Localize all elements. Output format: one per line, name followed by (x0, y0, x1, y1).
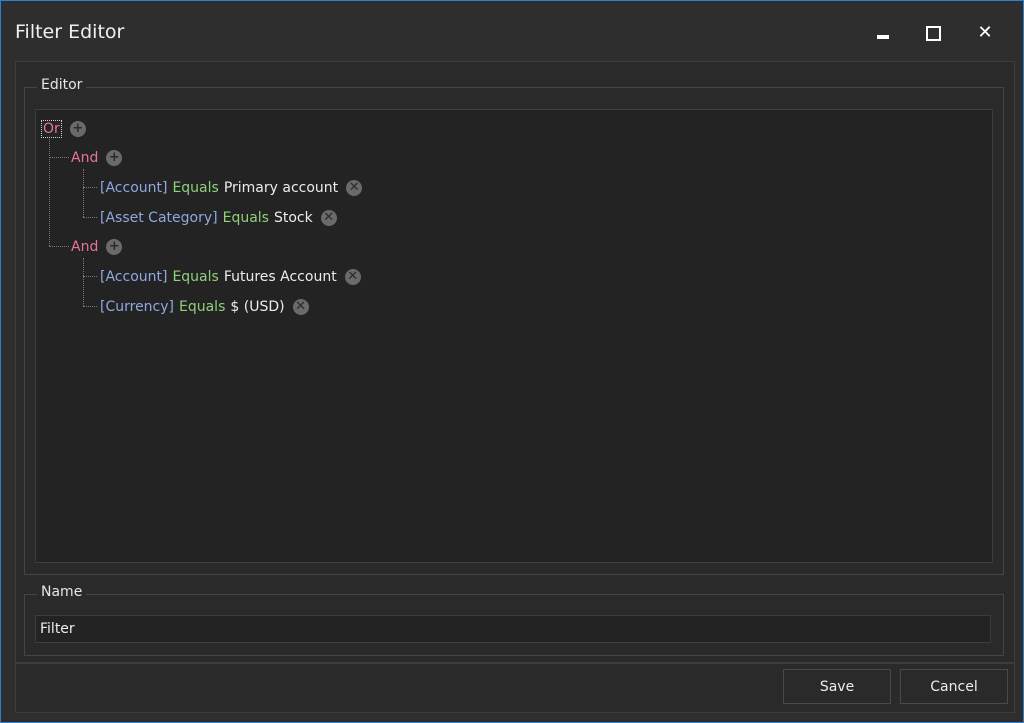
condition-operator[interactable]: Equals (172, 269, 218, 285)
minimize-icon (877, 35, 889, 39)
maximize-button[interactable] (909, 15, 957, 51)
condition-row: [Currency] Equals $ (USD) ✕ (100, 296, 309, 318)
add-condition-icon[interactable]: + (106, 150, 123, 166)
group-operator[interactable]: And (71, 239, 98, 255)
close-button[interactable]: ✕ (961, 15, 1009, 51)
condition-row: [Asset Category] Equals Stock ✕ (100, 207, 337, 229)
condition-field[interactable]: [Account] (100, 180, 167, 196)
remove-condition-icon[interactable]: ✕ (344, 269, 361, 285)
filter-tree[interactable]: Or + And + [Account] Equals Primary acco… (35, 109, 993, 563)
condition-value[interactable]: $ (USD) (230, 299, 284, 315)
maximize-icon (925, 25, 941, 41)
group-node: And + (71, 236, 123, 258)
tree-connector (49, 246, 69, 247)
remove-condition-icon[interactable]: ✕ (346, 180, 363, 196)
condition-value[interactable]: Stock (274, 210, 313, 226)
tree-connector (83, 169, 84, 217)
add-condition-icon[interactable]: + (106, 239, 123, 255)
condition-operator[interactable]: Equals (223, 210, 269, 226)
remove-condition-icon[interactable]: ✕ (292, 299, 309, 315)
condition-field[interactable]: [Asset Category] (100, 210, 218, 226)
title-bar: Filter Editor ✕ (1, 1, 1023, 61)
content-panel: Editor Or + And + [Account] Equals Prima… (15, 61, 1015, 663)
condition-field[interactable]: [Account] (100, 269, 167, 285)
condition-row: [Account] Equals Futures Account ✕ (100, 266, 361, 288)
root-group-node: Or + (41, 118, 86, 140)
name-group: Name (24, 584, 1004, 656)
add-condition-icon[interactable]: + (69, 121, 86, 137)
cancel-button[interactable]: Cancel (900, 669, 1008, 704)
condition-operator[interactable]: Equals (172, 180, 218, 196)
group-operator[interactable]: And (71, 150, 98, 166)
editor-group: Editor Or + And + [Account] Equals Prima… (24, 77, 1004, 575)
filter-editor-window: Filter Editor ✕ Editor Or + And + [Accou… (0, 0, 1024, 723)
remove-condition-icon[interactable]: ✕ (320, 210, 337, 226)
condition-value[interactable]: Primary account (224, 180, 338, 196)
name-input[interactable] (35, 615, 991, 643)
tree-connector (49, 139, 50, 246)
window-title: Filter Editor (15, 21, 125, 43)
close-icon: ✕ (977, 22, 993, 43)
tree-connector (49, 157, 69, 158)
tree-connector (83, 217, 97, 218)
tree-connector (83, 187, 97, 188)
minimize-button[interactable] (859, 15, 907, 51)
name-group-label: Name (37, 584, 87, 600)
group-node: And + (71, 147, 123, 169)
editor-group-label: Editor (37, 77, 87, 93)
tree-connector (83, 306, 97, 307)
dialog-footer: Save Cancel (15, 663, 1015, 713)
tree-connector (83, 276, 97, 277)
root-operator[interactable]: Or (41, 120, 62, 138)
save-button[interactable]: Save (783, 669, 891, 704)
condition-field[interactable]: [Currency] (100, 299, 174, 315)
condition-operator[interactable]: Equals (179, 299, 225, 315)
tree-connector (83, 258, 84, 306)
condition-row: [Account] Equals Primary account ✕ (100, 177, 363, 199)
condition-value[interactable]: Futures Account (224, 269, 337, 285)
